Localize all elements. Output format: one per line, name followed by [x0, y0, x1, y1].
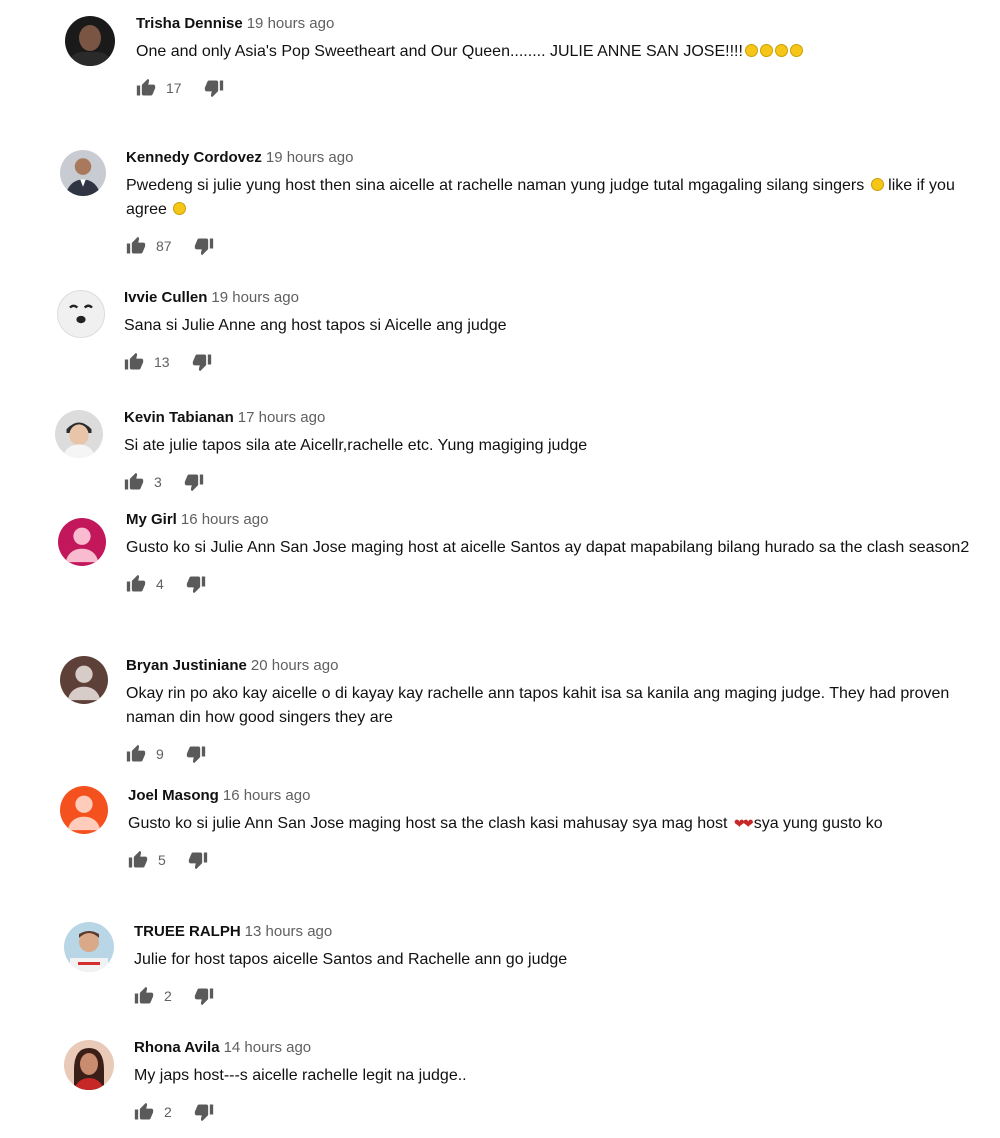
smile-emoji-icon	[789, 44, 803, 57]
comment-timestamp[interactable]: 16 hours ago	[223, 787, 311, 804]
comment-timestamp[interactable]: 13 hours ago	[245, 923, 333, 940]
comment-text: Sana si Julie Anne ang host tapos si Aic…	[124, 317, 507, 334]
comment-author[interactable]: Bryan Justiniane	[126, 657, 247, 674]
dislike-button[interactable]	[184, 472, 204, 492]
like-button[interactable]	[126, 574, 146, 594]
thumbs-up-icon	[124, 472, 144, 490]
comment-text: Pwedeng si julie yung host then sina aic…	[126, 177, 955, 218]
like-button[interactable]	[136, 78, 156, 98]
comment-author[interactable]: Rhona Avila	[134, 1039, 220, 1056]
avatar[interactable]	[60, 656, 108, 704]
thumbs-down-icon	[188, 852, 207, 870]
like-count: 17	[166, 80, 182, 96]
avatar[interactable]	[58, 518, 106, 566]
avatar[interactable]	[55, 410, 103, 458]
comment-timestamp[interactable]: 19 hours ago	[211, 289, 299, 306]
comment-text: One and only Asia's Pop Sweetheart and O…	[136, 40, 970, 64]
dislike-button[interactable]	[194, 236, 214, 256]
comment-text: Gusto ko si Julie Ann San Jose maging ho…	[126, 539, 970, 556]
like-count: 13	[154, 354, 170, 370]
avatar[interactable]	[60, 786, 108, 834]
dislike-button[interactable]	[204, 78, 224, 98]
dislike-button[interactable]	[194, 1102, 214, 1122]
comment-timestamp[interactable]: 19 hours ago	[247, 15, 335, 32]
avatar[interactable]	[60, 150, 106, 196]
thumbs-down-icon	[194, 988, 213, 1006]
thumbs-down-icon	[204, 80, 223, 98]
avatar[interactable]	[64, 922, 114, 972]
like-button[interactable]	[126, 744, 146, 764]
thumbs-up-icon	[126, 744, 146, 762]
smile-emoji-icon	[759, 44, 773, 57]
like-button[interactable]	[128, 850, 148, 870]
dislike-button[interactable]	[186, 744, 206, 764]
comment-timestamp[interactable]: 16 hours ago	[181, 511, 269, 528]
thumbs-up-icon	[134, 1102, 154, 1120]
like-count: 3	[154, 474, 162, 490]
comment-author[interactable]: My Girl	[126, 511, 177, 528]
like-count: 9	[156, 746, 164, 762]
thumbs-up-icon	[136, 78, 156, 96]
comment-text: Julie for host tapos aicelle Santos and …	[134, 951, 568, 968]
like-count: 4	[156, 576, 164, 592]
comment-author[interactable]: TRUEE RALPH	[134, 923, 241, 940]
like-count: 87	[156, 238, 172, 254]
smile-emoji-icon	[173, 202, 187, 215]
like-button[interactable]	[124, 352, 144, 372]
thumbs-up-icon	[126, 236, 146, 254]
thumbs-down-icon	[184, 474, 203, 492]
thumbs-up-icon	[126, 574, 146, 592]
dislike-button[interactable]	[188, 850, 208, 870]
comment-author[interactable]: Ivvie Cullen	[124, 289, 207, 306]
thumbs-down-icon	[192, 354, 211, 372]
thumbs-up-icon	[124, 352, 144, 370]
like-button[interactable]	[124, 472, 144, 492]
like-count: 2	[164, 988, 172, 1004]
like-button[interactable]	[134, 1102, 154, 1122]
dislike-button[interactable]	[194, 986, 214, 1006]
smile-emoji-icon	[744, 44, 758, 57]
comment-timestamp[interactable]: 20 hours ago	[251, 657, 339, 674]
dislike-button[interactable]	[186, 574, 206, 594]
avatar[interactable]	[64, 1040, 114, 1090]
comment-timestamp[interactable]: 17 hours ago	[238, 409, 326, 426]
comment-author[interactable]: Kennedy Cordovez	[126, 149, 262, 166]
comment-text: Okay rin po ako kay aicelle o di kayay k…	[126, 685, 950, 726]
hearts-emoji-icon: ❤❤	[733, 816, 754, 831]
comment-text: My japs host---s aicelle rachelle legit …	[134, 1067, 467, 1084]
comment-timestamp[interactable]: 14 hours ago	[224, 1039, 312, 1056]
comment-author[interactable]: Trisha Dennise	[136, 15, 243, 32]
smile-emoji-icon	[870, 178, 884, 191]
like-button[interactable]	[134, 986, 154, 1006]
dislike-button[interactable]	[192, 352, 212, 372]
thumbs-up-icon	[128, 850, 148, 868]
thumbs-up-icon	[134, 986, 154, 1004]
smile-emoji-icon	[774, 44, 788, 57]
comment-timestamp[interactable]: 19 hours ago	[266, 149, 354, 166]
like-count: 5	[158, 852, 166, 868]
avatar[interactable]	[65, 16, 115, 66]
comment-text: Si ate julie tapos sila ate Aicellr,rach…	[124, 437, 588, 454]
comment-author[interactable]: Joel Masong	[128, 787, 219, 804]
avatar[interactable]	[57, 290, 105, 338]
thumbs-down-icon	[186, 746, 205, 764]
comment-author[interactable]: Kevin Tabianan	[124, 409, 234, 426]
thumbs-down-icon	[186, 576, 205, 594]
like-button[interactable]	[126, 236, 146, 256]
like-count: 2	[164, 1104, 172, 1120]
thumbs-down-icon	[194, 238, 213, 256]
comment-text: Gusto ko si julie Ann San Jose maging ho…	[128, 815, 883, 832]
thumbs-down-icon	[194, 1104, 213, 1122]
